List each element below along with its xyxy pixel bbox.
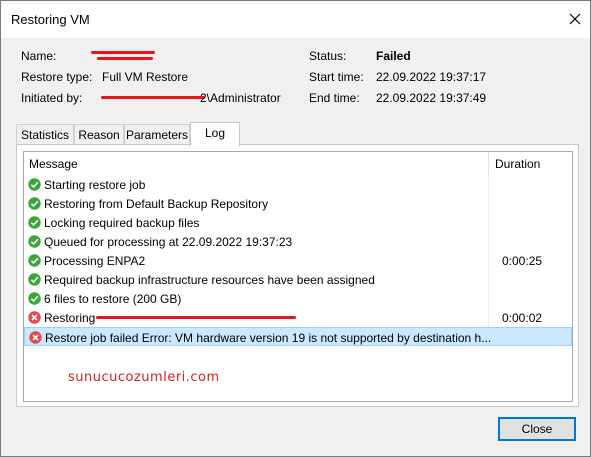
success-check-icon [28, 235, 41, 248]
success-check-icon [28, 254, 41, 267]
success-check-icon [28, 178, 41, 191]
status-value: Failed [376, 49, 411, 63]
redacted-name [91, 51, 155, 54]
log-message: Starting restore job [44, 178, 146, 192]
log-row[interactable]: Required backup infrastructure resources… [24, 270, 572, 289]
log-list[interactable]: Message Duration Starting restore job Res… [23, 151, 573, 402]
redacted-name-2 [97, 57, 153, 60]
log-message: Restore job failed Error: VM hardware ve… [45, 331, 492, 345]
redacted-host [101, 96, 205, 99]
success-check-icon [28, 216, 41, 229]
message-column-header[interactable]: Message [24, 152, 488, 174]
success-check-icon [28, 197, 41, 210]
log-row[interactable]: Restoring from Default Backup Repository [24, 194, 572, 213]
name-label: Name: [21, 49, 57, 63]
log-row[interactable]: Locking required backup files [24, 213, 572, 232]
log-message: Restoring from Default Backup Repository [44, 197, 269, 211]
log-row[interactable]: Processing ENPA2 0:00:25 [24, 251, 572, 270]
log-row[interactable]: Restoring 0:00:02 [24, 308, 572, 327]
end-time-value: 22.09.2022 19:37:49 [376, 91, 487, 105]
log-duration: 0:00:25 [502, 254, 543, 268]
header-divider [488, 152, 489, 174]
log-panel: Message Duration Starting restore job Res… [16, 144, 579, 407]
log-row[interactable]: Starting restore job [24, 175, 572, 194]
title-bar: Restoring VM [1, 1, 590, 38]
restore-type-value: Full VM Restore [102, 70, 189, 84]
restore-type-label: Restore type: [21, 70, 93, 84]
log-message: 6 files to restore (200 GB) [44, 292, 182, 306]
duration-column-header[interactable]: Duration [490, 152, 572, 174]
log-message: Queued for processing at 22.09.2022 19:3… [44, 235, 293, 249]
success-check-icon [28, 273, 41, 286]
start-time-value: 22.09.2022 19:37:17 [376, 70, 487, 84]
tab-parameters[interactable]: Parameters [124, 124, 190, 145]
redacted-text [96, 316, 296, 319]
close-button[interactable]: Close [498, 417, 576, 441]
log-message: Required backup infrastructure resources… [44, 273, 375, 287]
tab-log[interactable]: Log [190, 122, 240, 146]
tab-reason[interactable]: Reason [74, 124, 124, 145]
restoring-vm-dialog: Restoring VM Name: Restore type: Full VM… [0, 0, 591, 457]
end-time-label: End time: [309, 91, 360, 105]
window-title: Restoring VM [11, 12, 90, 27]
log-message: Processing ENPA2 [44, 254, 146, 268]
tab-statistics[interactable]: Statistics [16, 124, 74, 145]
status-label: Status: [309, 49, 347, 63]
error-icon [29, 331, 42, 344]
initiated-by-value: 2\Administrator [200, 91, 281, 105]
error-icon [28, 311, 41, 324]
close-window-icon[interactable] [560, 5, 590, 33]
log-message: Locking required backup files [44, 216, 200, 230]
log-row[interactable]: Queued for processing at 22.09.2022 19:3… [24, 232, 572, 251]
log-message: Restoring [44, 311, 96, 325]
log-duration: 0:00:02 [502, 311, 543, 325]
start-time-label: Start time: [309, 70, 364, 84]
initiated-by-label: Initiated by: [21, 91, 83, 105]
log-row[interactable]: 6 files to restore (200 GB) [24, 289, 572, 308]
log-row[interactable]: Restore job failed Error: VM hardware ve… [24, 327, 572, 346]
success-check-icon [28, 292, 41, 305]
watermark-text: sunucucozumleri.com [68, 370, 220, 385]
